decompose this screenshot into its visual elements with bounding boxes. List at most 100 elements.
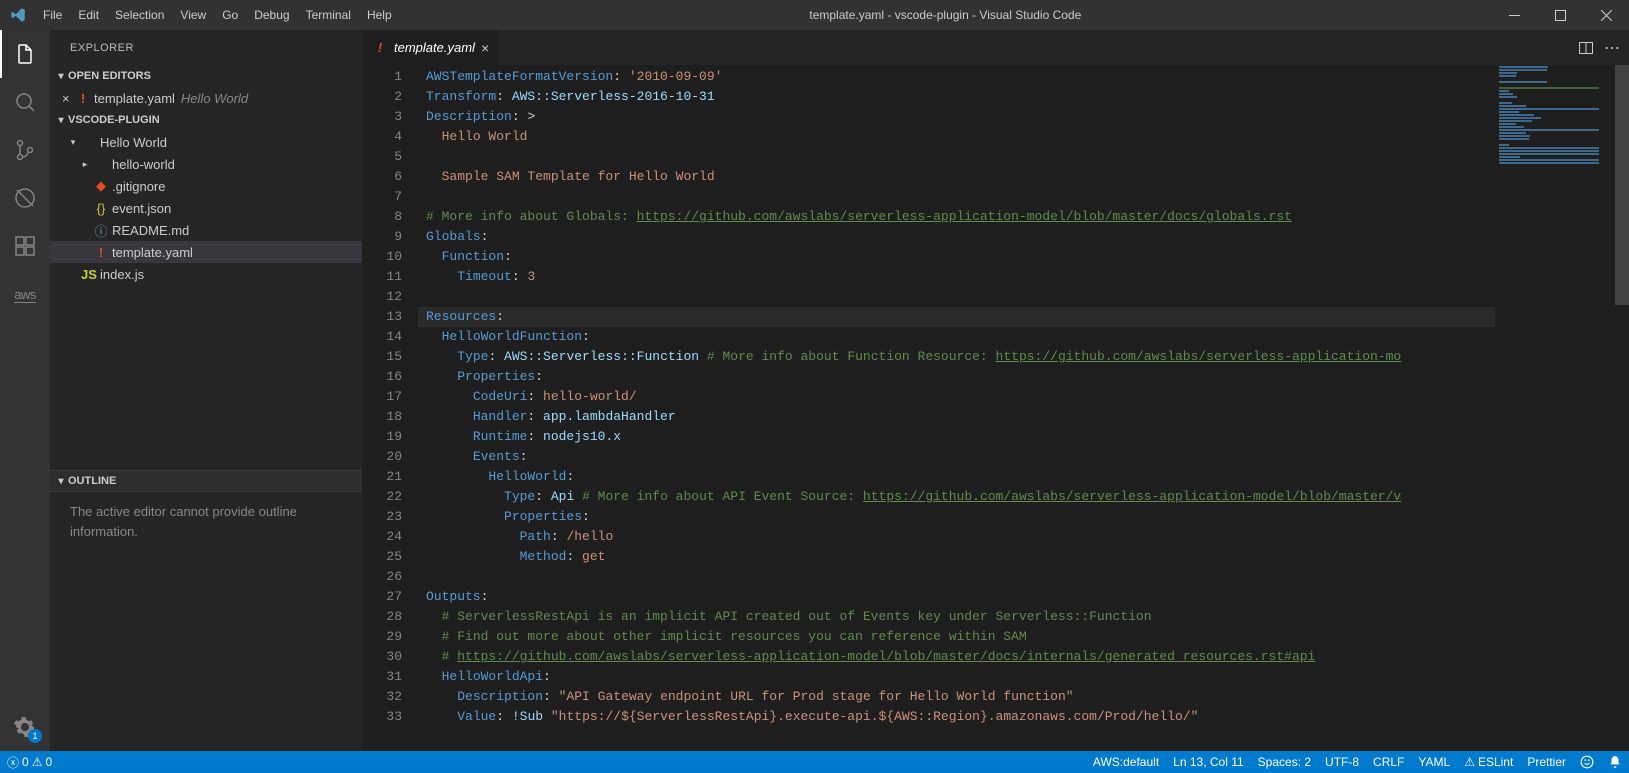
file-label: README.md: [110, 223, 189, 238]
code-line[interactable]: [418, 147, 1495, 167]
scrollbar-thumb[interactable]: [1615, 65, 1629, 305]
code-line[interactable]: Description: >: [418, 107, 1495, 127]
status-cursor-position[interactable]: Ln 13, Col 11: [1166, 751, 1251, 773]
titlebar: FileEditSelectionViewGoDebugTerminalHelp…: [0, 0, 1629, 30]
status-indentation[interactable]: Spaces: 2: [1251, 751, 1318, 773]
window-minimize-button[interactable]: [1491, 0, 1537, 30]
menu-edit[interactable]: Edit: [70, 0, 107, 30]
file-icon: !: [372, 40, 388, 55]
tree-item[interactable]: ▸hello-world: [50, 153, 362, 175]
code-line[interactable]: Description: "API Gateway endpoint URL f…: [418, 687, 1495, 707]
code-content[interactable]: AWSTemplateFormatVersion: '2010-09-09'Tr…: [418, 65, 1495, 751]
code-line[interactable]: # ServerlessRestApi is an implicit API c…: [418, 607, 1495, 627]
editor-tab[interactable]: !template.yaml×: [362, 30, 500, 65]
activity-debug-icon[interactable]: [0, 174, 50, 222]
code-line[interactable]: Properties:: [418, 507, 1495, 527]
status-problems[interactable]: ⓧ0 ⚠0: [0, 751, 59, 773]
tree-item[interactable]: ⓘREADME.md: [50, 219, 362, 241]
code-line[interactable]: Globals:: [418, 227, 1495, 247]
activity-scm-icon[interactable]: [0, 126, 50, 174]
split-editor-icon[interactable]: [1578, 40, 1594, 56]
minimap[interactable]: [1495, 65, 1615, 751]
editor-tabs: !template.yaml× ⋯: [362, 30, 1629, 65]
tab-label: template.yaml: [388, 40, 481, 55]
code-line[interactable]: HelloWorld:: [418, 467, 1495, 487]
sidebar-explorer: EXPLORER ▾OPEN EDITORS ×!template.yamlHe…: [50, 30, 362, 751]
code-line[interactable]: Timeout: 3: [418, 267, 1495, 287]
window-maximize-button[interactable]: [1537, 0, 1583, 30]
menu-debug[interactable]: Debug: [246, 0, 297, 30]
code-line[interactable]: Hello World: [418, 127, 1495, 147]
tree-item[interactable]: JSindex.js: [50, 263, 362, 285]
code-line[interactable]: HelloWorldApi:: [418, 667, 1495, 687]
code-line[interactable]: Runtime: nodejs10.x: [418, 427, 1495, 447]
menu-go[interactable]: Go: [214, 0, 246, 30]
status-aws[interactable]: AWS:default: [1086, 751, 1166, 773]
code-line[interactable]: Type: Api # More info about API Event So…: [418, 487, 1495, 507]
menu-help[interactable]: Help: [359, 0, 400, 30]
chevron-down-icon: ▾: [54, 71, 68, 82]
tree-item[interactable]: ◆.gitignore: [50, 175, 362, 197]
menu-terminal[interactable]: Terminal: [298, 0, 359, 30]
activity-aws-icon[interactable]: aws: [0, 270, 50, 318]
open-editor-item[interactable]: ×!template.yamlHello World: [50, 87, 362, 109]
file-label: hello-world: [110, 157, 175, 172]
close-icon[interactable]: ×: [481, 40, 489, 56]
more-actions-icon[interactable]: ⋯: [1604, 38, 1621, 58]
menu-selection[interactable]: Selection: [107, 0, 172, 30]
menu-file[interactable]: File: [35, 0, 70, 30]
code-line[interactable]: # More info about Globals: https://githu…: [418, 207, 1495, 227]
code-line[interactable]: HelloWorldFunction:: [418, 327, 1495, 347]
status-eol[interactable]: CRLF: [1366, 751, 1411, 773]
code-line[interactable]: Type: AWS::Serverless::Function # More i…: [418, 347, 1495, 367]
code-line[interactable]: [418, 287, 1495, 307]
status-notifications-icon[interactable]: [1601, 751, 1629, 773]
status-eslint[interactable]: ⚠ESLint: [1457, 751, 1520, 773]
code-line[interactable]: CodeUri: hello-world/: [418, 387, 1495, 407]
activity-search-icon[interactable]: [0, 78, 50, 126]
outline-header[interactable]: ▾OUTLINE: [50, 470, 362, 492]
editor-scrollbar[interactable]: [1615, 65, 1629, 751]
activity-explorer-icon[interactable]: [0, 30, 50, 78]
file-label: template.yaml: [92, 91, 175, 106]
file-desc: Hello World: [175, 91, 248, 106]
code-line[interactable]: AWSTemplateFormatVersion: '2010-09-09': [418, 67, 1495, 87]
code-line[interactable]: Handler: app.lambdaHandler: [418, 407, 1495, 427]
line-number-gutter: 1234567891011121314151617181920212223242…: [362, 65, 418, 751]
code-line[interactable]: Value: !Sub "https://${ServerlessRestApi…: [418, 707, 1495, 727]
code-line[interactable]: Outputs:: [418, 587, 1495, 607]
tree-item[interactable]: {}event.json: [50, 197, 362, 219]
status-encoding[interactable]: UTF-8: [1318, 751, 1366, 773]
window-close-button[interactable]: [1583, 0, 1629, 30]
text-editor[interactable]: 1234567891011121314151617181920212223242…: [362, 65, 1629, 751]
menu-view[interactable]: View: [172, 0, 214, 30]
code-line[interactable]: Method: get: [418, 547, 1495, 567]
open-editors-header[interactable]: ▾OPEN EDITORS: [50, 65, 362, 87]
code-line[interactable]: # Find out more about other implicit res…: [418, 627, 1495, 647]
close-icon[interactable]: ×: [58, 91, 74, 106]
code-line[interactable]: Events:: [418, 447, 1495, 467]
code-line[interactable]: Resources:: [418, 307, 1495, 327]
project-header[interactable]: ▾VSCODE-PLUGIN: [50, 109, 362, 131]
code-line[interactable]: Function:: [418, 247, 1495, 267]
statusbar: ⓧ0 ⚠0 AWS:default Ln 13, Col 11 Spaces: …: [0, 751, 1629, 773]
tree-item[interactable]: !template.yaml: [50, 241, 362, 263]
status-language[interactable]: YAML: [1411, 751, 1457, 773]
file-icon: JS: [80, 267, 98, 282]
status-feedback-icon[interactable]: [1573, 751, 1601, 773]
file-icon: ◆: [92, 178, 110, 194]
outline-message: The active editor cannot provide outline…: [50, 492, 362, 551]
activity-extensions-icon[interactable]: [0, 222, 50, 270]
window-controls: [1491, 0, 1629, 30]
code-line[interactable]: [418, 187, 1495, 207]
code-line[interactable]: Properties:: [418, 367, 1495, 387]
code-line[interactable]: [418, 567, 1495, 587]
tree-item[interactable]: ▾Hello World: [50, 131, 362, 153]
status-prettier[interactable]: Prettier: [1520, 751, 1573, 773]
activity-settings-icon[interactable]: 1: [0, 703, 50, 751]
code-line[interactable]: Path: /hello: [418, 527, 1495, 547]
code-line[interactable]: Transform: AWS::Serverless-2016-10-31: [418, 87, 1495, 107]
file-tree: ▾Hello World▸hello-world◆.gitignore{}eve…: [50, 131, 362, 285]
code-line[interactable]: # https://github.com/awslabs/serverless-…: [418, 647, 1495, 667]
code-line[interactable]: Sample SAM Template for Hello World: [418, 167, 1495, 187]
